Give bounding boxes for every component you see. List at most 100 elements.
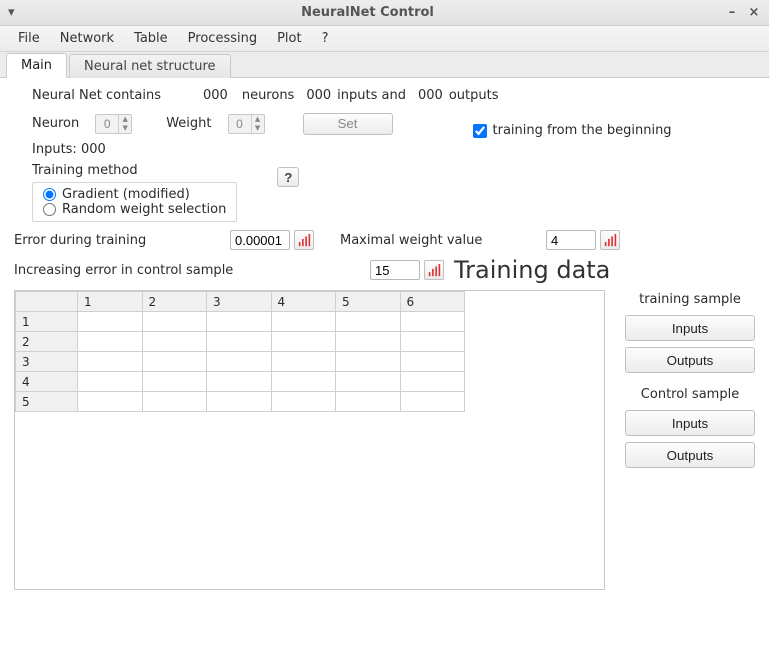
radio-random[interactable]: Random weight selection xyxy=(43,202,226,217)
training-from-beginning-checkbox[interactable]: training from the beginning xyxy=(473,123,672,138)
tab-structure[interactable]: Neural net structure xyxy=(69,54,230,78)
table-col-header[interactable]: 4 xyxy=(271,292,336,312)
table-cell[interactable] xyxy=(400,392,465,412)
table-cell[interactable] xyxy=(271,392,336,412)
table-cell[interactable] xyxy=(336,332,401,352)
table-cell[interactable] xyxy=(142,372,207,392)
menu-plot[interactable]: Plot xyxy=(267,28,312,49)
table-row-header[interactable]: 2 xyxy=(16,332,78,352)
summary-outputs-label: outputs xyxy=(449,88,499,103)
weight-input[interactable] xyxy=(229,115,251,133)
summary-inputs-count: 000 xyxy=(306,88,331,103)
training-from-beginning-label: training from the beginning xyxy=(493,123,672,138)
table-cell[interactable] xyxy=(336,312,401,332)
table-cell[interactable] xyxy=(400,352,465,372)
table-cell[interactable] xyxy=(271,372,336,392)
close-button[interactable]: × xyxy=(747,6,761,20)
table-row-header[interactable]: 1 xyxy=(16,312,78,332)
summary-prefix: Neural Net contains xyxy=(32,88,161,103)
radio-gradient[interactable]: Gradient (modified) xyxy=(43,187,226,202)
table-cell[interactable] xyxy=(142,392,207,412)
max-weight-input[interactable] xyxy=(546,230,596,250)
menu-file[interactable]: File xyxy=(8,28,50,49)
training-from-beginning-input[interactable] xyxy=(473,124,487,138)
table-row[interactable]: 4 xyxy=(16,372,465,392)
radio-gradient-input[interactable] xyxy=(43,188,56,201)
data-table-container[interactable]: 1 2 3 4 5 6 1 2 3 4 5 xyxy=(14,290,605,590)
menubar: File Network Table Processing Plot ? xyxy=(0,26,769,52)
table-cell[interactable] xyxy=(78,332,143,352)
table-col-header[interactable]: 2 xyxy=(142,292,207,312)
table-row[interactable]: 1 xyxy=(16,312,465,332)
increasing-error-input[interactable] xyxy=(370,260,420,280)
menu-processing[interactable]: Processing xyxy=(178,28,267,49)
table-cell[interactable] xyxy=(142,332,207,352)
table-cell[interactable] xyxy=(207,332,272,352)
increasing-error-apply-icon[interactable] xyxy=(424,260,444,280)
error-training-input[interactable] xyxy=(230,230,290,250)
table-col-header[interactable]: 5 xyxy=(336,292,401,312)
table-cell[interactable] xyxy=(78,372,143,392)
table-row[interactable]: 3 xyxy=(16,352,465,372)
weight-step-up-icon[interactable]: ▲ xyxy=(252,115,264,124)
neuron-stepper[interactable]: ▲ ▼ xyxy=(95,114,132,134)
menu-help[interactable]: ? xyxy=(312,28,339,49)
neuron-input[interactable] xyxy=(96,115,118,133)
table-cell[interactable] xyxy=(400,332,465,352)
table-cell[interactable] xyxy=(78,352,143,372)
table-row-header[interactable]: 4 xyxy=(16,372,78,392)
radio-gradient-label: Gradient (modified) xyxy=(62,187,190,202)
training-inputs-button[interactable]: Inputs xyxy=(625,315,755,341)
window-title: NeuralNet Control xyxy=(18,5,717,20)
table-col-header[interactable]: 1 xyxy=(78,292,143,312)
table-cell[interactable] xyxy=(207,392,272,412)
menu-network[interactable]: Network xyxy=(50,28,124,49)
table-cell[interactable] xyxy=(142,352,207,372)
table-cell[interactable] xyxy=(336,392,401,412)
table-cell[interactable] xyxy=(207,352,272,372)
radio-random-label: Random weight selection xyxy=(62,202,226,217)
training-outputs-button[interactable]: Outputs xyxy=(625,347,755,373)
set-button[interactable]: Set xyxy=(303,113,393,135)
control-outputs-button[interactable]: Outputs xyxy=(625,442,755,468)
tab-main-content: Neural Net contains 000 neurons 000 inpu… xyxy=(0,78,769,663)
table-cell[interactable] xyxy=(336,372,401,392)
radio-random-input[interactable] xyxy=(43,203,56,216)
control-inputs-button[interactable]: Inputs xyxy=(625,410,755,436)
table-cell[interactable] xyxy=(400,312,465,332)
table-row-header[interactable]: 5 xyxy=(16,392,78,412)
neuron-step-up-icon[interactable]: ▲ xyxy=(119,115,131,124)
summary-neurons-count: 000 xyxy=(203,88,228,103)
app-menu-icon[interactable]: ▾ xyxy=(8,5,18,20)
table-cell[interactable] xyxy=(78,312,143,332)
table-cell[interactable] xyxy=(78,392,143,412)
inputs-line: Inputs: 000 xyxy=(32,142,106,157)
menu-table[interactable]: Table xyxy=(124,28,178,49)
weight-label: Weight xyxy=(166,116,211,131)
minimize-button[interactable]: – xyxy=(725,6,739,20)
tab-main[interactable]: Main xyxy=(6,53,67,78)
table-cell[interactable] xyxy=(271,332,336,352)
weight-step-down-icon[interactable]: ▼ xyxy=(252,124,264,133)
table-col-header[interactable]: 6 xyxy=(400,292,465,312)
weight-stepper[interactable]: ▲ ▼ xyxy=(228,114,265,134)
training-method-help-button[interactable]: ? xyxy=(277,167,299,187)
table-cell[interactable] xyxy=(207,372,272,392)
table-row[interactable]: 2 xyxy=(16,332,465,352)
tabstrip: Main Neural net structure xyxy=(0,52,769,78)
data-table[interactable]: 1 2 3 4 5 6 1 2 3 4 5 xyxy=(15,291,465,412)
error-training-apply-icon[interactable] xyxy=(294,230,314,250)
table-col-header[interactable]: 3 xyxy=(207,292,272,312)
table-cell[interactable] xyxy=(336,352,401,372)
max-weight-apply-icon[interactable] xyxy=(600,230,620,250)
table-cell[interactable] xyxy=(400,372,465,392)
table-row[interactable]: 5 xyxy=(16,392,465,412)
table-cell[interactable] xyxy=(271,312,336,332)
table-cell[interactable] xyxy=(271,352,336,372)
summary-outputs-count: 000 xyxy=(418,88,443,103)
table-cell[interactable] xyxy=(142,312,207,332)
table-cell[interactable] xyxy=(207,312,272,332)
neuron-step-down-icon[interactable]: ▼ xyxy=(119,124,131,133)
table-row-header[interactable]: 3 xyxy=(16,352,78,372)
titlebar: ▾ NeuralNet Control – × xyxy=(0,0,769,26)
